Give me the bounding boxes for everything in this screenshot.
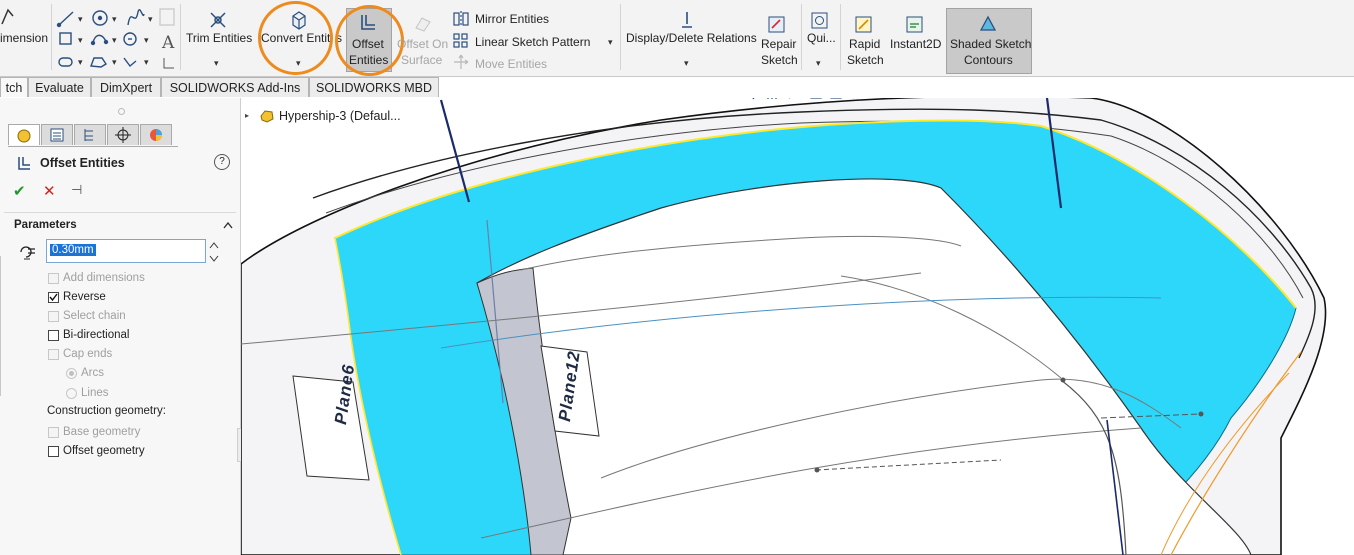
rapid-sketch-label-1[interactable]: Rapid bbox=[849, 37, 880, 51]
property-list-icon bbox=[50, 128, 64, 142]
construction-geometry-heading: Construction geometry: bbox=[47, 405, 166, 417]
configuration-manager-tab[interactable] bbox=[74, 124, 106, 145]
tab-evaluate[interactable]: Evaluate bbox=[28, 77, 91, 97]
help-icon[interactable]: ? bbox=[214, 154, 230, 170]
pushpin-icon[interactable]: ⊣ bbox=[71, 183, 82, 198]
move-entities-icon bbox=[454, 54, 469, 69]
instant2d-label[interactable]: Instant2D bbox=[890, 37, 941, 51]
smart-dimension-label[interactable]: imension bbox=[0, 31, 48, 45]
property-manager-tab[interactable] bbox=[41, 124, 73, 145]
lines-label: Lines bbox=[81, 387, 109, 399]
quick-snaps-label[interactable]: Qui... bbox=[807, 31, 836, 45]
svg-text:▾: ▾ bbox=[78, 15, 83, 25]
offset-distance-input[interactable]: 0.30mm bbox=[46, 239, 206, 263]
bidirectional-checkbox[interactable] bbox=[48, 330, 59, 341]
relations-dropdown-icon[interactable]: ▾ bbox=[684, 58, 689, 69]
trim-dropdown-icon[interactable]: ▾ bbox=[214, 58, 219, 69]
quick-snaps-icon[interactable] bbox=[811, 12, 829, 30]
crosshair-icon bbox=[115, 127, 131, 143]
svg-text:▾: ▾ bbox=[148, 15, 153, 25]
distance-spinner-icon[interactable] bbox=[208, 240, 220, 264]
feature-tree-icon bbox=[17, 129, 31, 143]
configuration-icon bbox=[84, 129, 93, 141]
display-manager-tab[interactable] bbox=[140, 124, 172, 145]
offset-on-surface-label-1: Offset On bbox=[397, 37, 449, 51]
instant2d-icon[interactable] bbox=[906, 16, 924, 34]
repair-sketch-label-1[interactable]: Repair bbox=[761, 37, 796, 51]
svg-text:A: A bbox=[161, 33, 175, 53]
display-delete-relations-icon[interactable] bbox=[678, 10, 696, 30]
tab-sketch[interactable]: tch bbox=[0, 77, 28, 97]
base-geometry-label: Base geometry bbox=[63, 426, 141, 438]
offset-geometry-label[interactable]: Offset geometry bbox=[63, 445, 145, 457]
offset-geometry-checkbox[interactable] bbox=[48, 446, 59, 457]
appearance-icon bbox=[150, 129, 162, 141]
cap-ends-label: Cap ends bbox=[63, 348, 113, 360]
svg-text:▾: ▾ bbox=[78, 36, 83, 46]
collapse-chevron-icon[interactable] bbox=[222, 220, 234, 230]
tab-solidworks-add-ins[interactable]: SOLIDWORKS Add-Ins bbox=[161, 77, 309, 97]
offset-on-surface-label-2: Surface bbox=[401, 53, 443, 67]
svg-text:▾: ▾ bbox=[144, 58, 149, 68]
cap-ends-checkbox bbox=[48, 349, 59, 360]
repair-sketch-label-2[interactable]: Sketch bbox=[761, 53, 798, 67]
svg-text:▾: ▾ bbox=[112, 15, 117, 25]
offset-entities-title-icon bbox=[18, 157, 30, 170]
feature-manager-tab[interactable] bbox=[8, 124, 40, 145]
arcs-radio bbox=[66, 368, 77, 379]
hull-model-view[interactable] bbox=[241, 98, 1354, 555]
cancel-x-icon[interactable]: ✕ bbox=[43, 182, 56, 200]
offset-distance-value: 0.30mm bbox=[50, 244, 96, 256]
tab-dimxpert[interactable]: DimXpert bbox=[91, 77, 161, 97]
ok-check-icon[interactable]: ✔ bbox=[13, 182, 26, 200]
trim-entities-label[interactable]: Trim Entities bbox=[186, 31, 252, 45]
linear-pattern-label[interactable]: Linear Sketch Pattern bbox=[475, 35, 590, 49]
command-manager-tabs: tch Evaluate DimXpert SOLIDWORKS Add-Ins… bbox=[0, 77, 440, 98]
panel-grip[interactable] bbox=[118, 108, 125, 115]
lines-radio bbox=[66, 388, 77, 399]
sketch-entities-group: ▾ ▾ ▾ ▾ ▾ ▾ ▾ ▾ ▾ A bbox=[56, 6, 178, 70]
add-dimensions-label: Add dimensions bbox=[63, 272, 145, 284]
move-entities-label: Move Entities bbox=[475, 57, 548, 71]
dimxpert-manager-tab[interactable] bbox=[107, 124, 139, 145]
add-dimensions-checkbox bbox=[48, 273, 59, 284]
svg-text:▾: ▾ bbox=[78, 58, 83, 68]
shaded-sketch-contours-icon bbox=[979, 15, 997, 31]
graphics-area[interactable]: ▸ Hypership-3 (Defaul... ▾▾▾▾▾ bbox=[241, 98, 1354, 555]
quick-snaps-dropdown-icon[interactable]: ▾ bbox=[816, 58, 821, 69]
svg-text:▾: ▾ bbox=[144, 36, 149, 46]
offset-distance-icon bbox=[20, 246, 35, 260]
command-manager-ribbon: imension ▾ ▾ ▾ ▾ ▾ ▾ ▾ ▾ ▾ A Trim Entiti… bbox=[0, 0, 1354, 77]
svg-text:▾: ▾ bbox=[112, 36, 117, 46]
display-delete-relations-label[interactable]: Display/Delete Relations bbox=[626, 31, 757, 45]
repair-sketch-icon[interactable] bbox=[768, 16, 786, 34]
trim-entities-icon[interactable] bbox=[208, 10, 228, 30]
reverse-checkbox[interactable] bbox=[48, 292, 59, 303]
panel-left-edge bbox=[0, 256, 3, 396]
parameters-section-title: Parameters bbox=[14, 219, 77, 231]
select-chain-checkbox bbox=[48, 311, 59, 322]
linear-pattern-icon[interactable] bbox=[453, 33, 469, 49]
tab-solidworks-mbd[interactable]: SOLIDWORKS MBD bbox=[309, 77, 439, 97]
reverse-label[interactable]: Reverse bbox=[63, 291, 106, 303]
pattern-dropdown-icon[interactable]: ▾ bbox=[608, 37, 613, 48]
callout-ring-convert bbox=[258, 1, 333, 75]
shaded-sketch-contours-label-1: Shaded Sketch bbox=[950, 37, 1032, 51]
svg-text:▾: ▾ bbox=[112, 58, 117, 68]
rapid-sketch-icon[interactable] bbox=[855, 16, 873, 34]
manager-tab-strip bbox=[8, 124, 178, 147]
smart-dimension-icon[interactable] bbox=[0, 6, 14, 28]
arcs-label: Arcs bbox=[81, 367, 104, 379]
bidirectional-label[interactable]: Bi-directional bbox=[63, 329, 129, 341]
callout-ring-offset bbox=[335, 5, 404, 76]
property-manager-title: Offset Entities bbox=[40, 156, 125, 170]
mirror-entities-icon[interactable] bbox=[453, 11, 469, 27]
property-manager-panel: Offset Entities ? ✔ ✕ ⊣ Parameters 0.30m… bbox=[0, 98, 249, 555]
select-chain-label: Select chain bbox=[63, 310, 126, 322]
rapid-sketch-label-2[interactable]: Sketch bbox=[847, 53, 884, 67]
base-geometry-checkbox bbox=[48, 427, 59, 438]
offset-on-surface-icon bbox=[415, 17, 431, 32]
mirror-entities-label[interactable]: Mirror Entities bbox=[475, 12, 549, 26]
shaded-sketch-contours-label-2: Contours bbox=[964, 53, 1013, 67]
